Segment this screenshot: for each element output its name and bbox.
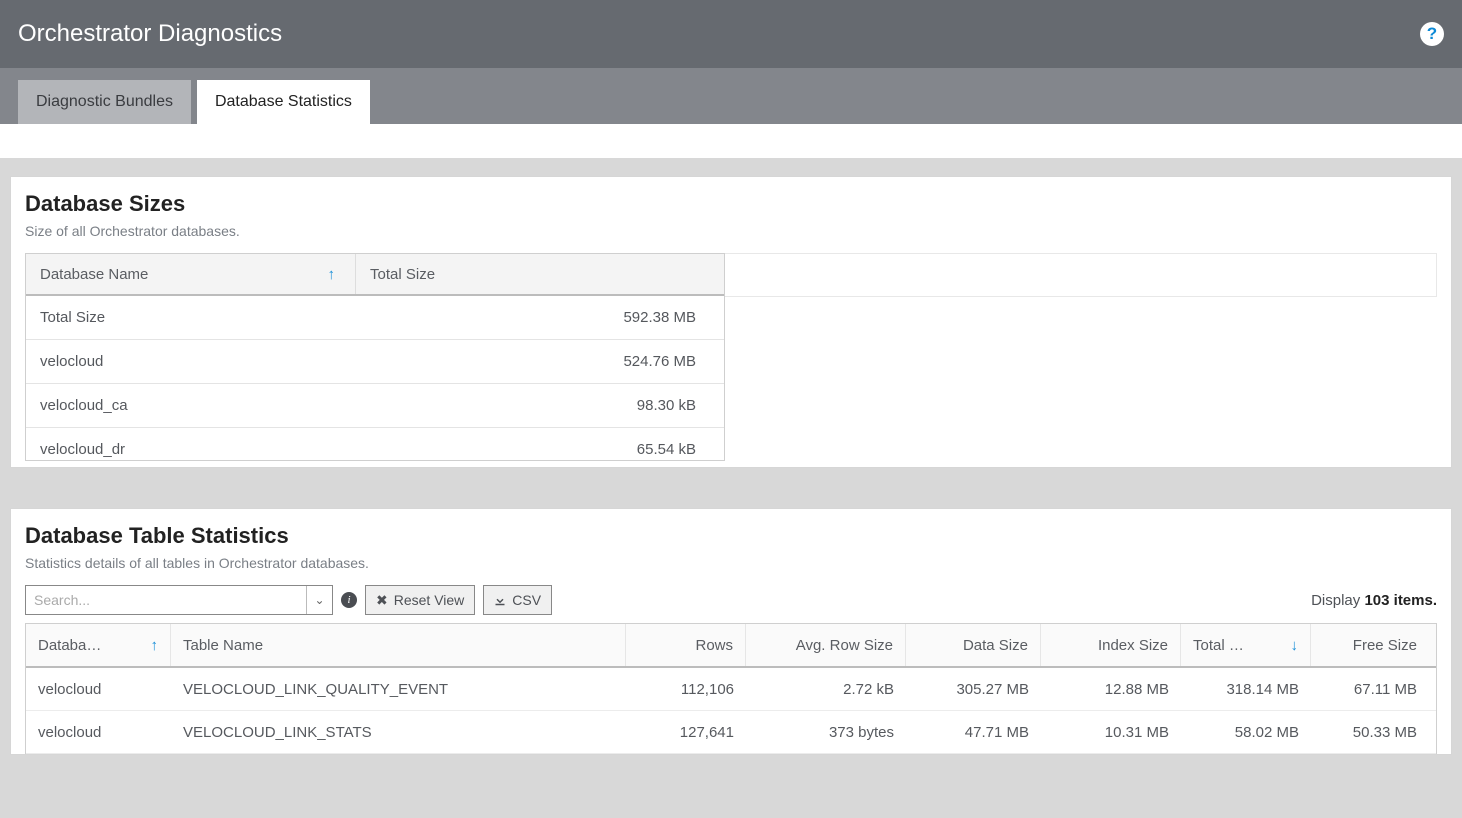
cell-data-size: 305.27 MB [906, 681, 1041, 698]
cell-db-name: Total Size [40, 309, 356, 326]
cell-db-name: velocloud_ca [40, 397, 356, 414]
column-total-size[interactable]: Total Size [356, 266, 724, 283]
stats-table: Databa… ↑ Table Name Rows Avg. Row Size … [25, 623, 1437, 754]
stats-toolbar: ⌄ i ✖ Reset View CSV Display 103 items. [25, 585, 1437, 615]
csv-label: CSV [512, 592, 541, 608]
info-icon[interactable]: i [341, 592, 357, 608]
cell-avg-row-size: 2.72 kB [746, 681, 906, 698]
search-input[interactable] [26, 586, 306, 614]
sizes-table-body[interactable]: Total Size 592.38 MB velocloud 524.76 MB… [26, 296, 724, 460]
sizes-blank-area [725, 253, 1437, 297]
page-title: Orchestrator Diagnostics [18, 20, 282, 48]
table-row: velocloud_ca 98.30 kB [26, 384, 724, 428]
cell-avg-row-size: 373 bytes [746, 724, 906, 741]
cell-table-name: VELOCLOUD_LINK_QUALITY_EVENT [171, 681, 626, 698]
stats-title: Database Table Statistics [25, 523, 1437, 549]
cell-size: 592.38 MB [356, 309, 710, 326]
search-wrap: ⌄ [25, 585, 333, 615]
stats-table-header: Databa… ↑ Table Name Rows Avg. Row Size … [26, 624, 1436, 668]
sort-asc-icon: ↑ [328, 266, 336, 283]
tabs-bar: Diagnostic Bundles Database Statistics [0, 68, 1462, 124]
column-label: Databa… [38, 637, 101, 654]
sizes-subtitle: Size of all Orchestrator databases. [25, 223, 1437, 239]
table-row: Total Size 592.38 MB [26, 296, 724, 340]
table-row: velocloud VELOCLOUD_LINK_STATS 127,641 3… [26, 711, 1436, 754]
cell-index-size: 12.88 MB [1041, 681, 1181, 698]
column-rows[interactable]: Rows [626, 624, 746, 666]
column-database-name[interactable]: Database Name ↑ [26, 254, 356, 294]
cell-table-name: VELOCLOUD_LINK_STATS [171, 724, 626, 741]
cell-db-name: velocloud_dr [40, 441, 356, 458]
column-index-size[interactable]: Index Size [1041, 624, 1181, 666]
cell-rows: 112,106 [626, 681, 746, 698]
sort-asc-icon: ↑ [151, 637, 159, 654]
table-row: velocloud 524.76 MB [26, 340, 724, 384]
chevron-down-icon: ⌄ [314, 593, 324, 607]
tab-strip [0, 124, 1462, 158]
cell-index-size: 10.31 MB [1041, 724, 1181, 741]
sort-desc-icon: ↓ [1291, 637, 1299, 654]
column-database[interactable]: Databa… ↑ [26, 624, 171, 666]
cell-free-size: 67.11 MB [1311, 681, 1429, 698]
display-prefix: Display [1311, 592, 1364, 609]
cell-free-size: 50.33 MB [1311, 724, 1429, 741]
sizes-title: Database Sizes [25, 191, 1437, 217]
panel-table-statistics: Database Table Statistics Statistics det… [10, 508, 1452, 755]
cell-size: 65.54 kB [356, 441, 710, 458]
column-total-size[interactable]: Total … ↓ [1181, 624, 1311, 666]
tab-database-statistics[interactable]: Database Statistics [197, 80, 370, 124]
cell-db: velocloud [26, 724, 171, 741]
sizes-table-header: Database Name ↑ Total Size [26, 254, 724, 296]
column-data-size[interactable]: Data Size [906, 624, 1041, 666]
help-icon[interactable]: ? [1420, 22, 1444, 46]
column-table-name[interactable]: Table Name [171, 624, 626, 666]
cell-total-size: 318.14 MB [1181, 681, 1311, 698]
reset-view-button[interactable]: ✖ Reset View [365, 585, 475, 615]
column-free-size[interactable]: Free Size [1311, 624, 1429, 666]
reset-label: Reset View [394, 592, 465, 608]
cell-data-size: 47.71 MB [906, 724, 1041, 741]
column-avg-row-size[interactable]: Avg. Row Size [746, 624, 906, 666]
cell-size: 98.30 kB [356, 397, 710, 414]
sizes-table: Database Name ↑ Total Size Total Size 59… [25, 253, 725, 461]
table-row: velocloud VELOCLOUD_LINK_QUALITY_EVENT 1… [26, 668, 1436, 711]
cell-db-name: velocloud [40, 353, 356, 370]
panel-database-sizes: Database Sizes Size of all Orchestrator … [10, 176, 1452, 468]
page-header: Orchestrator Diagnostics ? [0, 0, 1462, 68]
search-dropdown-button[interactable]: ⌄ [306, 586, 332, 614]
column-label: Database Name [40, 266, 148, 283]
display-count-value: 103 items. [1364, 592, 1437, 609]
stats-subtitle: Statistics details of all tables in Orch… [25, 555, 1437, 571]
tab-diagnostic-bundles[interactable]: Diagnostic Bundles [18, 80, 191, 124]
cell-total-size: 58.02 MB [1181, 724, 1311, 741]
column-label: Total … [1193, 637, 1244, 654]
csv-button[interactable]: CSV [483, 585, 552, 615]
display-count: Display 103 items. [1311, 592, 1437, 609]
cell-size: 524.76 MB [356, 353, 710, 370]
stats-table-body[interactable]: velocloud VELOCLOUD_LINK_QUALITY_EVENT 1… [26, 668, 1436, 754]
cell-db: velocloud [26, 681, 171, 698]
close-icon: ✖ [376, 592, 388, 609]
cell-rows: 127,641 [626, 724, 746, 741]
download-icon [494, 594, 506, 606]
table-row: velocloud_dr 65.54 kB [26, 428, 724, 460]
